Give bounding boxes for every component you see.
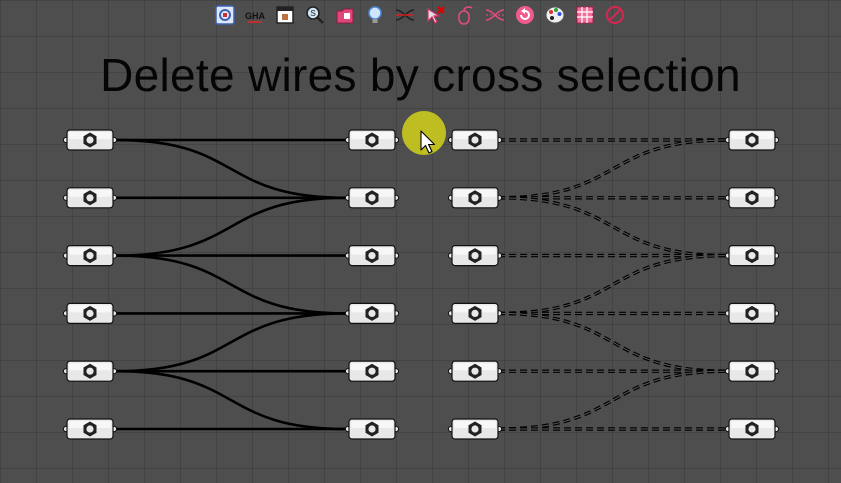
wire-dashed[interactable] xyxy=(497,196,729,258)
hex-nut-hole xyxy=(748,194,756,202)
right-group-source-node[interactable] xyxy=(447,129,503,151)
wire-dashed-core xyxy=(497,255,729,314)
hex-nut-hole xyxy=(368,425,376,433)
hex-nut-hole xyxy=(368,309,376,317)
hex-nut-hole xyxy=(471,309,479,317)
hex-nut-hole xyxy=(748,309,756,317)
hex-nut-hole xyxy=(368,194,376,202)
left-group-source-node[interactable] xyxy=(62,245,118,267)
wire[interactable] xyxy=(115,138,347,200)
right-group-source-node[interactable] xyxy=(447,302,503,324)
wire-dashed-core xyxy=(497,139,729,199)
wire-dashed-core xyxy=(497,197,729,257)
hex-nut-hole xyxy=(368,367,376,375)
hex-nut-hole xyxy=(86,194,94,202)
hex-nut-hole xyxy=(471,425,479,433)
mouse-cursor xyxy=(402,111,446,155)
wire-dashed[interactable] xyxy=(497,311,729,373)
left-group-source-node[interactable] xyxy=(62,418,118,440)
hex-nut-hole xyxy=(471,252,479,260)
right-group-target-node[interactable] xyxy=(724,360,780,382)
left-group-target-node[interactable] xyxy=(344,360,400,382)
right-group-source-node[interactable] xyxy=(447,245,503,267)
hex-nut-hole xyxy=(748,136,756,144)
left-group-target-node[interactable] xyxy=(344,418,400,440)
right-group-target-node[interactable] xyxy=(724,129,780,151)
left-group-target-node[interactable] xyxy=(344,302,400,324)
cursor-highlight xyxy=(402,111,446,155)
right-group-target-node[interactable] xyxy=(724,418,780,440)
wire-dashed-core xyxy=(497,370,729,430)
hex-nut-hole xyxy=(748,252,756,260)
right-group-source-node[interactable] xyxy=(447,360,503,382)
wire[interactable] xyxy=(115,196,347,257)
wire[interactable] xyxy=(115,369,347,431)
hex-nut-hole xyxy=(471,367,479,375)
hex-nut-hole xyxy=(86,136,94,144)
hex-nut-hole xyxy=(86,425,94,433)
hex-nut-hole xyxy=(86,367,94,375)
wire-dashed[interactable] xyxy=(497,369,729,431)
hex-nut-hole xyxy=(86,252,94,260)
wire-dashed-core xyxy=(497,312,729,372)
left-group-target-node[interactable] xyxy=(344,187,400,209)
hex-nut-hole xyxy=(748,367,756,375)
right-group-target-node[interactable] xyxy=(724,187,780,209)
left-group-source-node[interactable] xyxy=(62,360,118,382)
left-group-source-node[interactable] xyxy=(62,187,118,209)
hex-nut-hole xyxy=(748,425,756,433)
wire[interactable] xyxy=(115,312,347,373)
node-layer xyxy=(62,129,780,440)
hex-nut-hole xyxy=(368,136,376,144)
left-group-target-node[interactable] xyxy=(344,129,400,151)
left-group-source-node[interactable] xyxy=(62,302,118,324)
right-group-target-node[interactable] xyxy=(724,245,780,267)
wire[interactable] xyxy=(115,254,347,315)
right-group-source-node[interactable] xyxy=(447,418,503,440)
right-group-target-node[interactable] xyxy=(724,302,780,324)
wire-layer xyxy=(115,138,729,431)
hex-nut-hole xyxy=(471,194,479,202)
canvas[interactable] xyxy=(0,0,841,483)
right-group-source-node[interactable] xyxy=(447,187,503,209)
hex-nut-hole xyxy=(471,136,479,144)
left-group-source-node[interactable] xyxy=(62,129,118,151)
wire-dashed[interactable] xyxy=(497,138,729,200)
hex-nut-hole xyxy=(368,252,376,260)
left-group-target-node[interactable] xyxy=(344,245,400,267)
hex-nut-hole xyxy=(86,309,94,317)
wire-dashed[interactable] xyxy=(497,253,729,316)
